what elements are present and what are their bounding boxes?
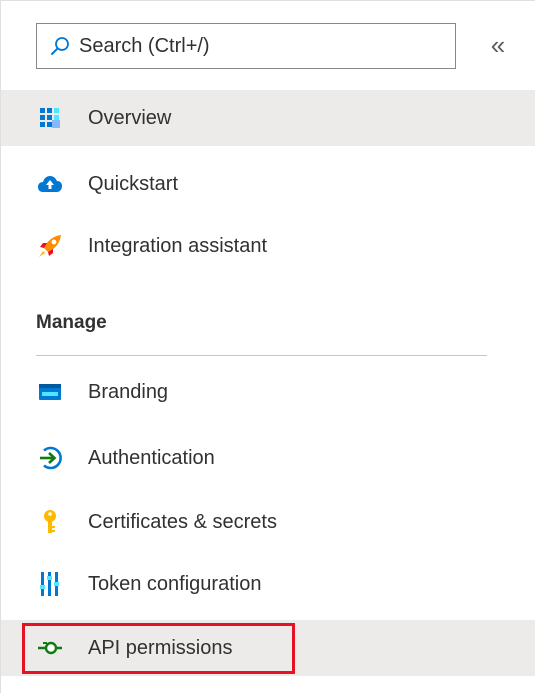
token-bars-icon [36,570,64,598]
nav-item-quickstart[interactable]: Quickstart [0,156,535,212]
nav-item-certificates-secrets[interactable]: Certificates & secrets [0,494,535,550]
branding-card-icon [36,378,64,406]
rocket-icon [36,232,64,260]
search-row: « [0,0,535,90]
nav-item-integration-assistant[interactable]: Integration assistant [0,218,535,274]
section-divider [36,355,487,356]
nav-label-api-permissions: API permissions [88,636,233,659]
nav-item-overview[interactable]: Overview [0,90,535,146]
manage-section-header: Manage [36,312,107,333]
nav-label-authentication: Authentication [88,446,215,469]
authentication-sign-in-icon [36,444,64,472]
collapse-menu-button[interactable]: « [486,30,510,60]
cloud-upload-icon [36,170,64,198]
nav-item-authentication[interactable]: Authentication [0,430,535,486]
nav-label-integration-assistant: Integration assistant [88,234,267,257]
nav-label-overview: Overview [88,106,172,129]
key-icon [36,508,64,536]
nav-label-quickstart: Quickstart [88,172,179,195]
app-blade-menu: « Overview Quickstart [0,0,535,693]
nav-item-api-permissions[interactable]: API permissions [0,620,535,676]
nav-item-branding[interactable]: Branding [0,364,535,420]
search-input[interactable] [79,34,419,58]
search-icon [49,35,71,57]
search-box[interactable] [36,23,456,69]
overview-grid-icon [36,104,64,132]
api-permissions-icon [36,634,64,662]
nav-label-certificates-secrets: Certificates & secrets [88,510,277,533]
nav-label-branding: Branding [88,380,169,403]
nav-item-token-configuration[interactable]: Token configuration [0,556,535,612]
nav-label-token-configuration: Token configuration [88,572,262,595]
